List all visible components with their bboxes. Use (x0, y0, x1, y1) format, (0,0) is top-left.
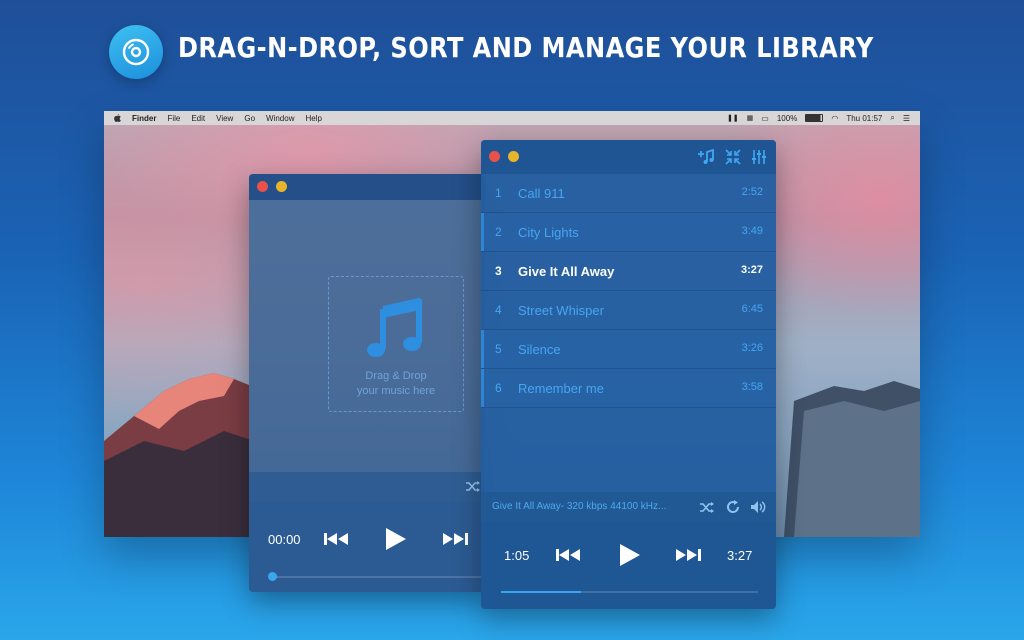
track-number: 3 (495, 264, 502, 278)
selection-indicator (481, 369, 484, 407)
elapsed-time: 00:00 (268, 532, 301, 547)
page-title: Drag-n-Drop, Sort and Manage Your Librar… (178, 31, 874, 64)
playlist-window-titlebar[interactable] (481, 140, 776, 174)
track-title: City Lights (518, 225, 579, 240)
track-title: Silence (518, 342, 561, 357)
progress-fill (501, 591, 581, 593)
app-badge (109, 25, 163, 79)
minimize-button[interactable] (508, 151, 519, 162)
elapsed-time: 1:05 (504, 548, 530, 563)
next-icon[interactable] (442, 532, 468, 546)
menu-file[interactable]: File (167, 114, 180, 123)
music-note-icon (367, 298, 422, 357)
track-duration: 3:27 (740, 264, 763, 276)
drop-hint-line1: Drag & Drop (365, 370, 427, 382)
track-title: Call 911 (518, 186, 565, 201)
left-progress-track[interactable] (273, 576, 485, 578)
left-player-controls: 00:00 (249, 502, 485, 592)
left-progress-knob[interactable] (268, 572, 277, 581)
previous-icon[interactable] (324, 532, 350, 546)
track-duration: 6:45 (741, 303, 763, 315)
selection-indicator (481, 330, 484, 368)
track-duration: 2:52 (741, 186, 763, 198)
track-number: 4 (495, 303, 502, 317)
drop-window-titlebar[interactable] (249, 174, 485, 200)
menu-help[interactable]: Help (305, 114, 321, 123)
track-row[interactable]: 6 Remember me 3:58 (481, 369, 776, 408)
track-list: 1 Call 911 2:52 2 City Lights 3:49 3 Giv… (481, 174, 776, 408)
add-music-icon[interactable] (697, 149, 715, 165)
volume-icon[interactable] (750, 500, 766, 514)
progress-track[interactable] (501, 591, 758, 593)
grid-status-icon[interactable]: ▦ (747, 114, 754, 122)
playlist-window: 1 Call 911 2:52 2 City Lights 3:49 3 Giv… (481, 140, 776, 609)
collapse-icon[interactable] (725, 149, 741, 165)
play-icon[interactable] (619, 543, 641, 567)
track-row[interactable]: 2 City Lights 3:49 (481, 213, 776, 252)
menu-edit[interactable]: Edit (191, 114, 205, 123)
track-title: Remember me (518, 381, 604, 396)
notification-center-icon[interactable]: ☰ (903, 114, 910, 123)
previous-icon[interactable] (556, 548, 582, 562)
drop-hint-line2: your music here (356, 385, 436, 397)
minimize-button[interactable] (276, 181, 287, 192)
repeat-icon[interactable] (726, 500, 740, 514)
play-icon[interactable] (385, 527, 407, 551)
next-icon[interactable] (675, 548, 701, 562)
track-number: 2 (495, 225, 502, 239)
track-duration: 3:58 (741, 381, 763, 393)
track-number: 6 (495, 381, 502, 395)
menu-go[interactable]: Go (244, 114, 255, 123)
now-playing-bar: Give It All Away- 320 kbps 44100 kHz... (481, 492, 776, 522)
track-duration: 3:49 (741, 225, 763, 237)
close-button[interactable] (257, 181, 268, 192)
track-row[interactable]: 1 Call 911 2:52 (481, 174, 776, 213)
selection-indicator (481, 213, 484, 251)
track-duration: 3:26 (741, 342, 763, 354)
mac-menubar: Finder File Edit View Go Window Help ❚❚ … (104, 111, 920, 125)
drop-window: Drag & Drop your music here 00:00 (249, 174, 485, 592)
close-button[interactable] (489, 151, 500, 162)
disc-icon (122, 38, 150, 66)
pause-status-icon[interactable]: ❚❚ (727, 114, 739, 122)
shuffle-icon[interactable] (465, 480, 481, 493)
track-row-now-playing[interactable]: 3 Give It All Away 3:27 (481, 252, 776, 291)
total-time: 3:27 (727, 548, 753, 563)
track-title: Give It All Away (518, 264, 615, 279)
track-title: Street Whisper (518, 303, 604, 318)
wifi-icon[interactable]: ◠ (831, 114, 838, 123)
main-player-controls: 1:05 3:27 (481, 522, 776, 609)
battery-icon[interactable] (805, 114, 824, 122)
drop-zone[interactable]: Drag & Drop your music here (328, 276, 464, 412)
clock[interactable]: Thu 01:57 (846, 114, 882, 123)
menu-view[interactable]: View (216, 114, 233, 123)
menu-finder[interactable]: Finder (132, 114, 156, 123)
apple-icon[interactable] (114, 114, 121, 122)
menu-window[interactable]: Window (266, 114, 294, 123)
spotlight-icon[interactable]: ⌕ (890, 113, 894, 123)
display-icon[interactable]: ▭ (761, 114, 769, 123)
track-row[interactable]: 4 Street Whisper 6:45 (481, 291, 776, 330)
track-number: 5 (495, 342, 502, 356)
battery-percent: 100% (776, 113, 798, 123)
shuffle-icon[interactable] (699, 501, 715, 514)
now-playing-info: Give It All Away- 320 kbps 44100 kHz... (492, 501, 667, 512)
left-toolbar (249, 472, 485, 502)
track-row[interactable]: 5 Silence 3:26 (481, 330, 776, 369)
equalizer-icon[interactable] (751, 149, 767, 165)
track-number: 1 (495, 186, 502, 200)
